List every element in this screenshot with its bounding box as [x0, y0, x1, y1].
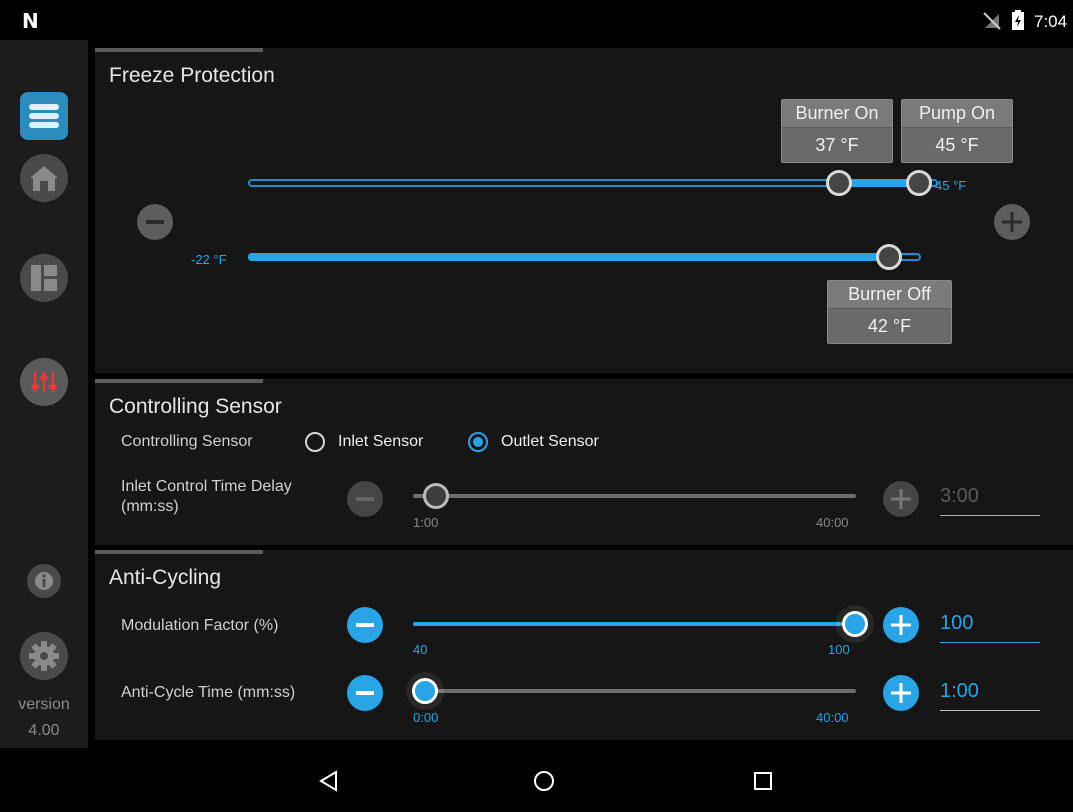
battery-charging-icon — [1012, 10, 1024, 30]
back-icon[interactable] — [318, 770, 340, 792]
delay-min-label: 1:00 — [413, 515, 439, 530]
anti-cycling-title: Anti-Cycling — [109, 566, 222, 589]
delay-slider-thumb[interactable] — [423, 483, 449, 509]
modulation-slider-fill — [413, 622, 841, 626]
delay-decrease-button[interactable] — [347, 481, 383, 517]
dashboard-icon — [31, 265, 57, 291]
controlling-sensor-label: Controlling Sensor — [121, 433, 253, 450]
cycle-time-label: Anti-Cycle Time (mm:ss) — [121, 684, 296, 701]
burner-on-value: 37 °F — [815, 135, 859, 155]
decrease-button[interactable] — [137, 204, 173, 240]
modulation-decrease-button[interactable] — [347, 607, 383, 643]
delay-value-field[interactable]: 3:00 — [940, 485, 1040, 516]
sidebar: version 4.00 — [0, 40, 88, 748]
home-nav-icon[interactable] — [533, 770, 555, 792]
pump-on-tooltip: Pump On 45 °F — [901, 99, 1013, 163]
modulation-value-field[interactable]: 100 — [940, 612, 1040, 643]
lower-slider-start-label: -22 °F — [191, 252, 227, 267]
version-label: version — [18, 696, 70, 713]
burner-off-label: Burner Off — [828, 281, 951, 309]
panel-tab — [95, 48, 263, 52]
controlling-sensor-panel: Controlling Sensor Controlling Sensor In… — [95, 379, 1073, 545]
minus-icon — [146, 220, 164, 224]
outlet-sensor-label[interactable]: Outlet Sensor — [501, 433, 599, 451]
clock: 7:04 — [1034, 12, 1068, 31]
no-sim-icon — [983, 12, 1001, 30]
menu-button[interactable] — [20, 92, 68, 140]
pump-on-label: Pump On — [902, 100, 1012, 128]
delay-label-line2: (mm:ss) — [121, 498, 179, 515]
status-bar: N 7:04 — [0, 0, 1073, 40]
cycle-time-value-field[interactable]: 1:00 — [940, 680, 1040, 711]
plus-icon — [891, 683, 911, 703]
delay-label-line1: Inlet Control Time Delay — [121, 478, 292, 495]
panel-tab — [95, 550, 263, 554]
modulation-min-label: 40 — [413, 642, 428, 657]
pump-on-value: 45 °F — [935, 135, 979, 155]
version-number: 4.00 — [28, 722, 60, 739]
hamburger-icon — [29, 104, 59, 128]
delay-increase-button[interactable] — [883, 481, 919, 517]
plus-icon — [891, 615, 911, 635]
cycle-time-max-label: 40:00 — [816, 710, 849, 725]
cycle-time-slider-track[interactable] — [413, 689, 856, 693]
burner-on-label: Burner On — [782, 100, 892, 128]
minus-icon — [356, 623, 374, 627]
home-icon — [30, 166, 58, 191]
modulation-slider-thumb[interactable] — [842, 611, 868, 637]
minus-icon — [356, 497, 374, 501]
inlet-sensor-radio[interactable] — [305, 432, 325, 452]
modulation-label: Modulation Factor (%) — [121, 617, 279, 634]
inlet-sensor-label[interactable]: Inlet Sensor — [338, 433, 423, 451]
pump-on-thumb[interactable] — [906, 170, 932, 196]
recents-icon[interactable] — [753, 771, 773, 791]
home-button[interactable] — [20, 154, 68, 202]
minus-icon — [356, 691, 374, 695]
plus-icon — [1002, 212, 1022, 232]
increase-button[interactable] — [994, 204, 1030, 240]
dashboard-button[interactable] — [20, 254, 68, 302]
anti-cycling-panel: Anti-Cycling Modulation Factor (%) 40 10… — [95, 550, 1073, 740]
delay-slider-track[interactable] — [413, 494, 856, 498]
info-button[interactable] — [27, 564, 61, 598]
cycle-time-decrease-button[interactable] — [347, 675, 383, 711]
delay-max-label: 40:00 — [816, 515, 849, 530]
controlling-sensor-title: Controlling Sensor — [109, 395, 282, 418]
burner-off-value: 42 °F — [867, 316, 912, 336]
settings-button[interactable] — [20, 632, 68, 680]
burner-off-thumb[interactable] — [876, 244, 902, 270]
freeze-protection-title: Freeze Protection — [109, 64, 275, 87]
upper-slider-end-label: 45 °F — [935, 178, 967, 193]
cycle-time-slider-thumb[interactable] — [412, 678, 438, 704]
sliders-icon — [31, 371, 57, 393]
outlet-sensor-radio[interactable] — [468, 432, 488, 452]
cycle-time-min-label: 0:00 — [413, 710, 439, 725]
burner-off-tooltip: Burner Off 42 °F — [827, 280, 952, 344]
panel-tab — [95, 379, 263, 383]
freeze-protection-panel: Freeze Protection Burner On 37 °F Pump O… — [95, 48, 1073, 373]
plus-icon — [891, 489, 911, 509]
burner-on-thumb[interactable] — [826, 170, 852, 196]
gear-icon — [29, 641, 59, 671]
navigation-bar — [0, 748, 1073, 812]
cycle-time-increase-button[interactable] — [883, 675, 919, 711]
lower-slider-fill — [248, 253, 888, 261]
info-icon — [35, 572, 53, 590]
burner-on-tooltip: Burner On 37 °F — [781, 99, 893, 163]
modulation-max-label: 100 — [828, 642, 850, 657]
adjust-button[interactable] — [20, 358, 68, 406]
app-logo-icon: N — [22, 9, 39, 33]
modulation-increase-button[interactable] — [883, 607, 919, 643]
